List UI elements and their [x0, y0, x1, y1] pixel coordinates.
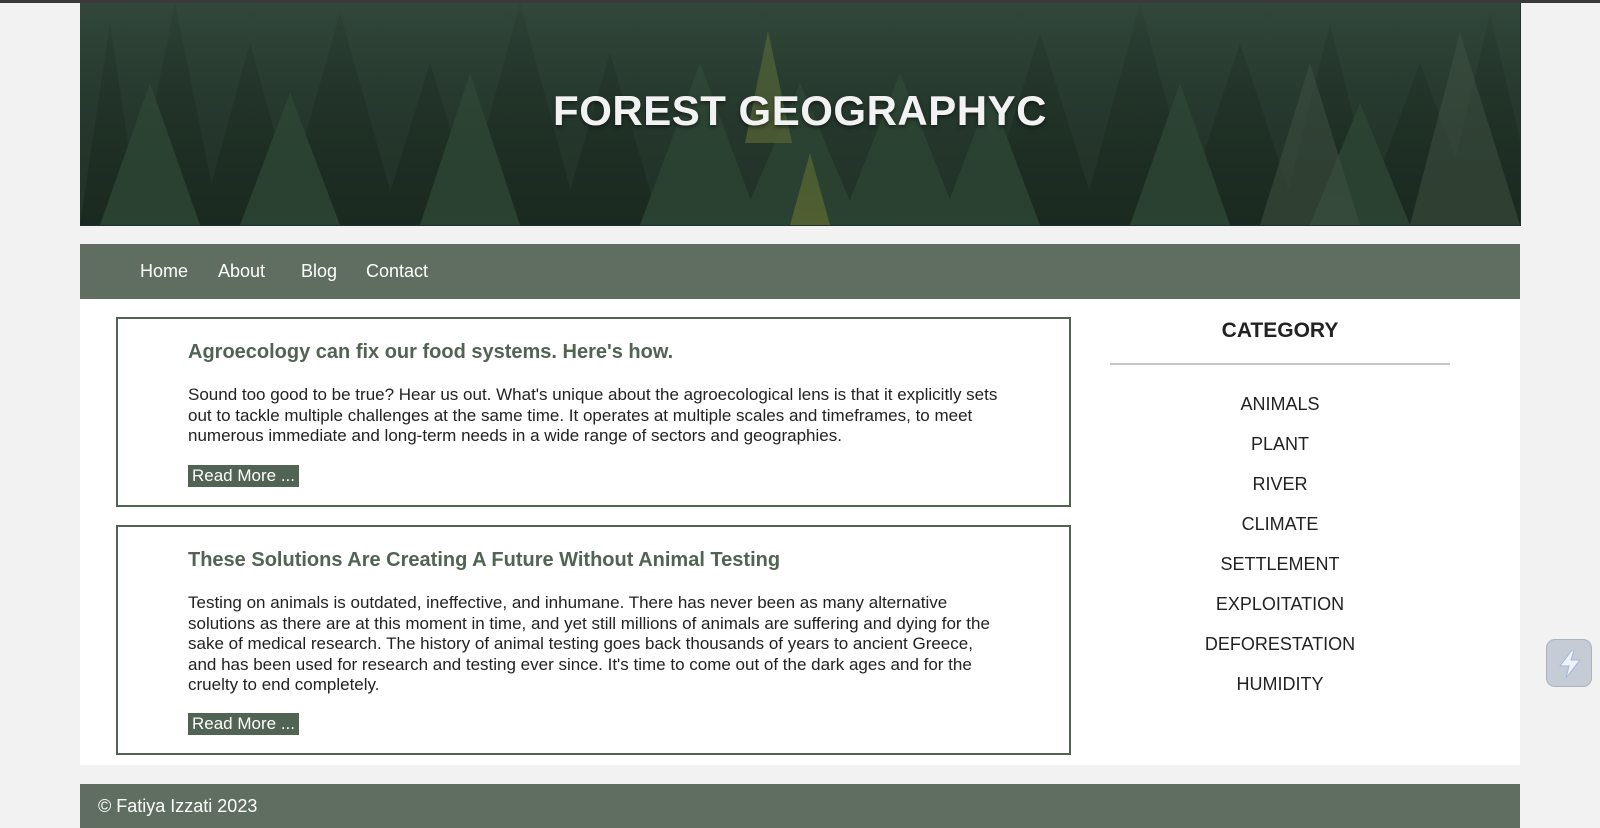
- post-card: Agroecology can fix our food systems. He…: [116, 317, 1071, 507]
- post-excerpt: Sound too good to be true? Hear us out. …: [188, 385, 998, 445]
- floating-widget-button[interactable]: [1546, 639, 1592, 687]
- copyright-text: © Fatiya Izzati 2023: [98, 796, 258, 816]
- sidebar-title: CATEGORY: [1221, 319, 1339, 342]
- nav-item-blog[interactable]: Blog: [301, 244, 337, 299]
- nav-item-contact[interactable]: Contact: [366, 244, 428, 299]
- category-deforestation[interactable]: DEFORESTATION: [1110, 634, 1450, 655]
- category-humidity[interactable]: HUMIDITY: [1110, 674, 1450, 695]
- main-content: Agroecology can fix our food systems. He…: [80, 299, 1520, 765]
- category-river[interactable]: RIVER: [1110, 474, 1450, 495]
- category-climate[interactable]: CLIMATE: [1110, 514, 1450, 535]
- read-more-button[interactable]: Read More ...: [188, 465, 299, 487]
- nav-item-about[interactable]: About: [218, 244, 265, 299]
- sidebar-divider: [1110, 363, 1450, 365]
- lightning-icon: [1559, 650, 1582, 678]
- category-exploitation[interactable]: EXPLOITATION: [1110, 594, 1450, 615]
- page-footer: © Fatiya Izzati 2023: [80, 784, 1520, 828]
- category-settlement[interactable]: SETTLEMENT: [1110, 554, 1450, 575]
- category-animals[interactable]: ANIMALS: [1110, 394, 1450, 415]
- nav-item-home[interactable]: Home: [140, 244, 188, 299]
- read-more-button[interactable]: Read More ...: [188, 713, 299, 735]
- post-card: These Solutions Are Creating A Future Wi…: [116, 525, 1071, 755]
- site-title: FOREST GEOGRAPHYC: [553, 87, 1047, 134]
- main-navigation: Home About Blog Contact: [80, 244, 1520, 299]
- post-title[interactable]: Agroecology can fix our food systems. He…: [188, 341, 673, 364]
- post-excerpt: Testing on animals is outdated, ineffect…: [188, 593, 990, 694]
- post-title[interactable]: These Solutions Are Creating A Future Wi…: [188, 549, 780, 572]
- hero-banner: FOREST GEOGRAPHYC: [80, 3, 1521, 226]
- category-plant[interactable]: PLANT: [1110, 434, 1450, 455]
